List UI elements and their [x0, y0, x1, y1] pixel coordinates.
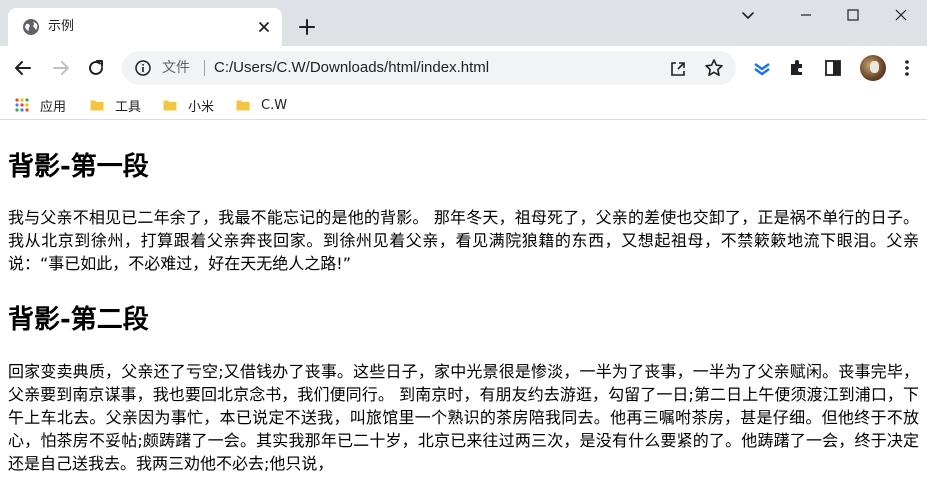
maximize-button[interactable]	[830, 0, 876, 30]
minimize-button[interactable]	[783, 0, 829, 30]
globe-icon	[23, 19, 39, 35]
browser-tab[interactable]: 示例	[8, 8, 282, 46]
address-bar[interactable]: 文件 C:/Users/C.W/Downloads/html/index.htm…	[122, 51, 736, 85]
more-menu-icon[interactable]	[897, 58, 917, 78]
bookmark-star-icon[interactable]	[704, 58, 724, 78]
section-paragraph: 回家变卖典质，父亲还了亏空;又借钱办了丧事。这些日子，家中光景很是惨淡，一半为了…	[8, 362, 919, 473]
forward-arrow-icon[interactable]	[47, 54, 75, 82]
folder-icon	[163, 100, 177, 111]
section-heading: 背影-第一段	[8, 152, 149, 182]
bookmark-label: 工具	[115, 99, 142, 115]
back-arrow-icon[interactable]	[9, 54, 37, 82]
tab-title: 示例	[48, 19, 75, 34]
tab-search-icon[interactable]	[736, 4, 760, 26]
bookmark-folder-cw[interactable]: C.W	[235, 95, 287, 115]
reload-icon[interactable]	[82, 54, 110, 82]
new-tab-button[interactable]	[296, 16, 318, 38]
url-text[interactable]: C:/Users/C.W/Downloads/html/index.html	[214, 59, 489, 77]
share-icon[interactable]	[668, 59, 688, 79]
file-scheme-label: 文件	[162, 60, 190, 76]
bookmarks-bar: 应用 工具 小米 C.W	[0, 89, 927, 120]
bookmark-folder-tools[interactable]: 工具	[89, 95, 141, 115]
bookmark-label: C.W	[261, 97, 288, 113]
bookmark-label: 应用	[40, 99, 67, 115]
section-heading: 背影-第二段	[8, 305, 149, 335]
close-window-button[interactable]	[878, 0, 924, 30]
bookmark-apps[interactable]: 应用	[14, 95, 66, 115]
apps-grid-icon	[15, 98, 29, 112]
omnibox-divider	[204, 60, 205, 76]
folder-icon	[236, 100, 250, 111]
bookmark-folder-xiaomi[interactable]: 小米	[162, 95, 214, 115]
info-icon[interactable]	[134, 59, 152, 77]
bookmark-label: 小米	[188, 99, 215, 115]
close-tab-icon[interactable]	[254, 17, 274, 37]
section-paragraph: 我与父亲不相见已二年余了，我最不能忘记的是他的背影。 那年冬天，祖母死了，父亲的…	[8, 208, 919, 273]
folder-icon	[90, 100, 104, 111]
profile-avatar[interactable]	[860, 55, 886, 81]
browser-toolbar: 文件 C:/Users/C.W/Downloads/html/index.htm…	[0, 46, 927, 89]
side-panel-icon[interactable]	[823, 58, 843, 78]
page-content: 背影-第一段 我与父亲不相见已二年余了，我最不能忘记的是他的背影。 那年冬天，祖…	[8, 120, 919, 497]
extension-blue-icon[interactable]	[752, 58, 772, 78]
browser-titlebar: 示例	[0, 0, 927, 46]
extensions-puzzle-icon[interactable]	[787, 58, 807, 78]
